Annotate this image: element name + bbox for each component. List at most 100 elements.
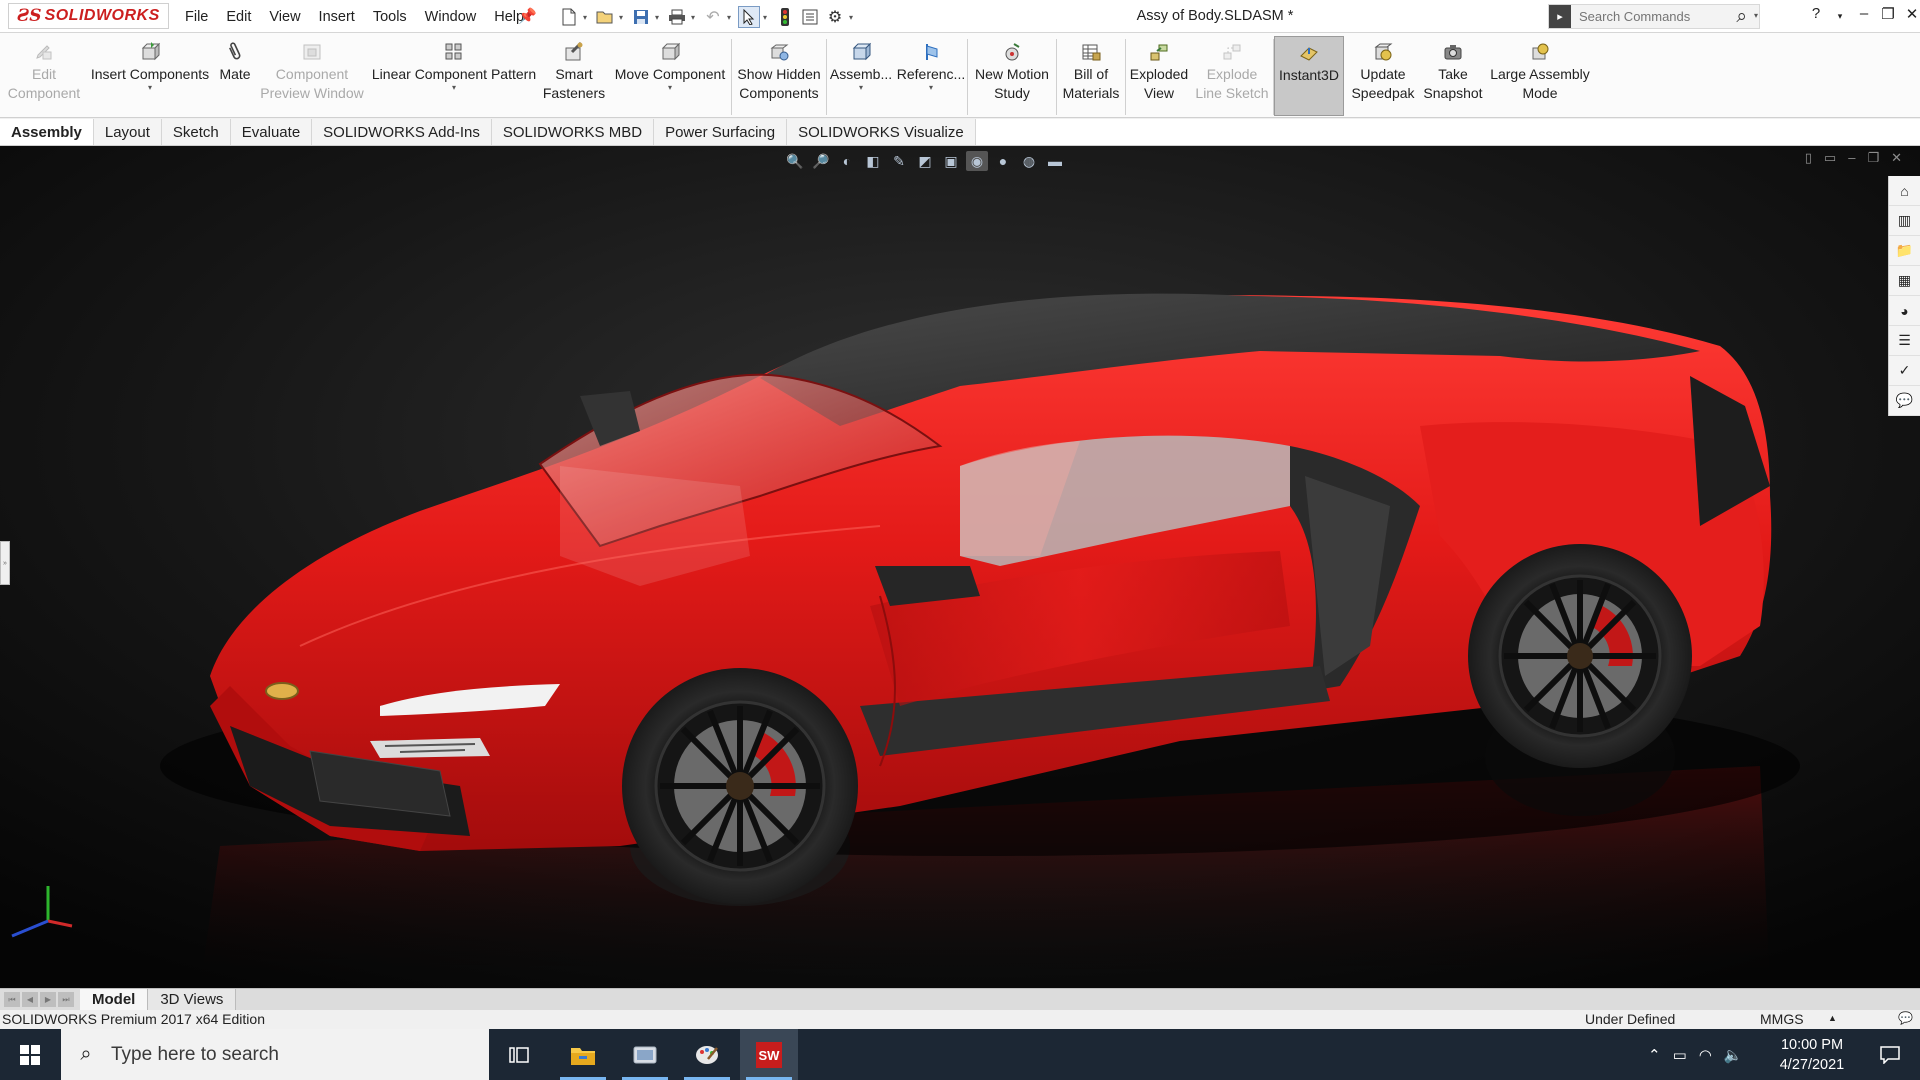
file-explorer-icon[interactable]: 📁 — [1889, 236, 1920, 266]
first-tab-icon[interactable]: ⏮ — [4, 992, 20, 1007]
tab-sketch[interactable]: Sketch — [161, 119, 231, 145]
move-component-button[interactable]: Move Component ▾ — [608, 36, 732, 116]
reference-geometry-dropdown-icon[interactable]: ▾ — [929, 84, 933, 92]
menu-window[interactable]: Window — [416, 9, 486, 25]
print-icon[interactable] — [666, 6, 688, 28]
undo-dropdown-icon[interactable]: ▾ — [727, 13, 735, 22]
menu-edit[interactable]: Edit — [217, 9, 260, 25]
show-hidden-icons-icon[interactable]: ⌃ — [1648, 1046, 1661, 1064]
feature-manager-collapse-handle[interactable]: » — [0, 541, 10, 585]
tab-mbd[interactable]: SOLIDWORKS MBD — [491, 119, 655, 145]
paint-taskbar-button[interactable] — [678, 1029, 736, 1080]
car-model-render[interactable] — [0, 146, 1920, 988]
unit-system[interactable]: MMGS — [1760, 1011, 1804, 1027]
select-arrow-icon[interactable] — [738, 6, 760, 28]
file-properties-icon[interactable] — [799, 6, 821, 28]
tab-visualize[interactable]: SOLIDWORKS Visualize — [787, 119, 976, 145]
open-folder-icon[interactable] — [594, 6, 616, 28]
design-library-icon[interactable]: ▥ — [1889, 206, 1920, 236]
zoom-to-area-icon[interactable]: 🔎 — [810, 151, 832, 171]
tab-power-surfacing[interactable]: Power Surfacing — [654, 119, 788, 145]
tab-layout[interactable]: Layout — [93, 119, 162, 145]
app-taskbar-button[interactable] — [616, 1029, 674, 1080]
help-dropdown-icon[interactable]: ▾ — [1829, 5, 1851, 27]
options-gear-icon[interactable]: ⚙ — [824, 6, 846, 28]
close-icon[interactable]: ✕ — [1901, 5, 1920, 27]
assembly-features-button[interactable]: Assemb... ▾ — [828, 36, 894, 116]
menu-view[interactable]: View — [260, 9, 309, 25]
tab-evaluate[interactable]: Evaluate — [230, 119, 313, 145]
restore-icon[interactable]: ❐ — [1877, 5, 1899, 27]
new-document-icon[interactable] — [558, 6, 580, 28]
task-view-button[interactable] — [490, 1029, 548, 1080]
open-dropdown-icon[interactable]: ▾ — [619, 13, 627, 22]
wifi-icon[interactable]: ◠ — [1699, 1046, 1712, 1064]
apply-scene-icon[interactable]: ◍ — [1018, 151, 1040, 171]
solidworks-logo[interactable]: ƧS SOLIDWORKS — [8, 3, 169, 29]
status-message-icon[interactable]: 💬 — [1898, 1011, 1913, 1025]
exploded-view-button[interactable]: Exploded View — [1127, 36, 1191, 116]
feedback-icon[interactable]: 💬 — [1889, 386, 1920, 416]
menu-tools[interactable]: Tools — [364, 9, 416, 25]
solidworks-taskbar-button[interactable]: SW — [740, 1029, 798, 1080]
windows-start-button[interactable] — [0, 1029, 60, 1080]
bill-of-materials-button[interactable]: Bill of Materials — [1058, 36, 1124, 116]
solidworks-forum-icon[interactable]: ✓ — [1889, 356, 1920, 386]
tab-assembly[interactable]: Assembly — [0, 119, 94, 145]
take-snapshot-button[interactable]: Take Snapshot — [1418, 36, 1488, 116]
pin-menu-icon[interactable]: 📌 — [518, 7, 537, 25]
volume-icon[interactable]: 🔈 — [1724, 1046, 1743, 1064]
edit-appearance-icon[interactable]: ● — [992, 151, 1014, 171]
tab-3d-views[interactable]: 3D Views — [148, 989, 237, 1010]
smart-fasteners-button[interactable]: Smart Fasteners — [540, 36, 608, 116]
taskbar-clock[interactable]: 10:00 PM 4/27/2021 — [1762, 1035, 1862, 1075]
save-icon[interactable] — [630, 6, 652, 28]
display-style-icon[interactable]: ▣ — [940, 151, 962, 171]
action-center-button[interactable] — [1860, 1029, 1920, 1080]
unit-system-dropdown-icon[interactable]: ▲ — [1828, 1013, 1837, 1023]
tab-model[interactable]: Model — [80, 989, 149, 1010]
edit-component-button[interactable]: Edit Component — [4, 36, 84, 116]
save-dropdown-icon[interactable]: ▾ — [655, 13, 663, 22]
dynamic-annotation-icon[interactable]: ✎ — [888, 151, 910, 171]
insert-components-button[interactable]: Insert Components ▾ — [88, 36, 212, 116]
linear-pattern-dropdown-icon[interactable]: ▾ — [452, 84, 456, 92]
last-tab-icon[interactable]: ⏭ — [58, 992, 74, 1007]
menu-insert[interactable]: Insert — [310, 9, 364, 25]
view-settings-icon[interactable]: ▬ — [1044, 151, 1066, 171]
search-commands[interactable]: ▸ ⌕ ▾ — [1548, 4, 1760, 29]
viewport-split-icon[interactable]: ▯ — [1805, 150, 1812, 166]
tab-addins[interactable]: SOLIDWORKS Add-Ins — [312, 119, 492, 145]
section-view-icon[interactable]: ◧ — [862, 151, 884, 171]
update-speedpak-button[interactable]: Update Speedpak — [1348, 36, 1418, 116]
view-orientation-icon[interactable]: ◩ — [914, 151, 936, 171]
linear-pattern-button[interactable]: Linear Component Pattern ▾ — [368, 36, 540, 116]
zoom-to-fit-icon[interactable]: 🔍 — [784, 151, 806, 171]
select-dropdown-icon[interactable]: ▾ — [763, 13, 771, 22]
search-input[interactable] — [1571, 9, 1721, 24]
battery-icon[interactable]: ▭ — [1673, 1046, 1687, 1064]
minimize-icon[interactable]: – — [1853, 5, 1875, 27]
taskbar-search[interactable]: ⌕ Type here to search — [61, 1029, 489, 1080]
new-dropdown-icon[interactable]: ▾ — [583, 13, 591, 22]
component-preview-button[interactable]: Component Preview Window — [258, 36, 366, 116]
search-mode-icon[interactable]: ▸ — [1549, 5, 1571, 28]
viewport-restore-icon[interactable]: ❐ — [1867, 150, 1879, 166]
traffic-light-icon[interactable] — [774, 6, 796, 28]
large-assembly-mode-button[interactable]: Large Assembly Mode — [1488, 36, 1592, 116]
viewport-minimize-icon[interactable]: – — [1848, 150, 1855, 166]
instant3d-button[interactable]: Instant3D — [1274, 36, 1344, 116]
previous-view-icon[interactable]: ◐ — [836, 151, 858, 171]
options-dropdown-icon[interactable]: ▾ — [849, 13, 857, 22]
insert-components-dropdown-icon[interactable]: ▾ — [148, 84, 152, 92]
move-component-dropdown-icon[interactable]: ▾ — [668, 84, 672, 92]
custom-properties-icon[interactable]: ☰ — [1889, 326, 1920, 356]
prev-tab-icon[interactable]: ◀ — [22, 992, 38, 1007]
menu-file[interactable]: File — [176, 9, 217, 25]
search-icon[interactable]: ⌕ — [1736, 6, 1747, 28]
viewport-close-icon[interactable]: ✕ — [1891, 150, 1902, 166]
view-palette-icon[interactable]: ▦ — [1889, 266, 1920, 296]
explode-line-sketch-button[interactable]: Explode Line Sketch — [1192, 36, 1272, 116]
hide-show-items-icon[interactable]: ◉ — [966, 151, 988, 171]
new-motion-study-button[interactable]: New Motion Study — [969, 36, 1055, 116]
